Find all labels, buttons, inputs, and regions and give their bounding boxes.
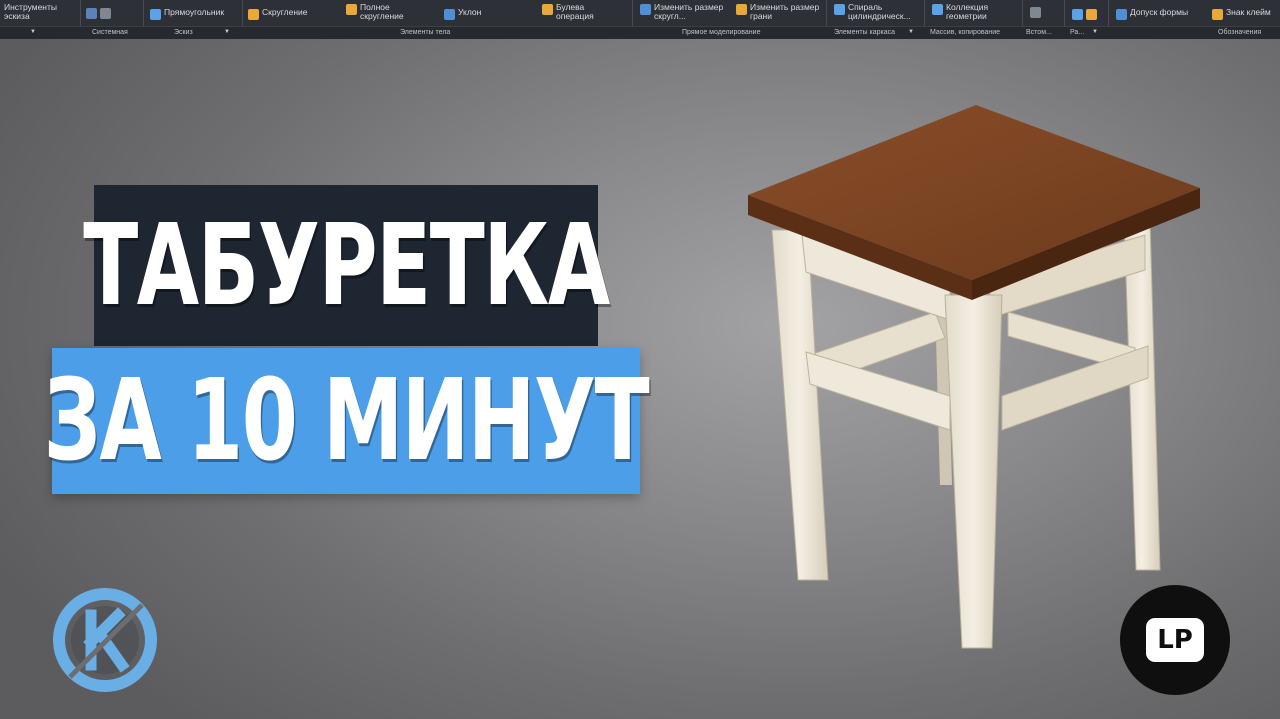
- section-label: Элементы тела: [400, 29, 451, 36]
- section-label: Ра...: [1070, 29, 1085, 36]
- ribbon-item-sketch-tools[interactable]: Инструменты эскиза: [4, 3, 76, 21]
- ribbon-insert-icons[interactable]: [1030, 6, 1041, 18]
- stool-leg-front: [944, 294, 1003, 649]
- ribbon-item-helix[interactable]: Спираль цилиндрическ...: [834, 3, 928, 21]
- ribbon-item-boolean[interactable]: Булева операция: [542, 3, 614, 21]
- ribbon-item-label: Знак клейм: [1226, 7, 1271, 17]
- ribbon-item-rectangle[interactable]: Прямоугольник: [150, 8, 224, 20]
- ribbon-item-geometry-collection[interactable]: Коллекция геометрии: [932, 3, 1006, 21]
- ribbon-toolbar: Инструменты эскиза Прямоугольник Скругле…: [0, 0, 1280, 39]
- section-label: Системная: [92, 29, 128, 36]
- ribbon-item-resize-face[interactable]: Изменить размер грани: [736, 3, 820, 21]
- fillet-icon: [248, 9, 259, 20]
- ribbon-item-label: Булева операция: [556, 2, 594, 21]
- kompas-logo-icon: [53, 588, 157, 692]
- cursor-icon[interactable]: [86, 8, 97, 19]
- ribbon-item-label: Инструменты эскиза: [4, 2, 58, 21]
- ribbon-item-label: Допуск формы: [1130, 7, 1189, 17]
- ribbon-item-label: Прямоугольник: [164, 7, 225, 17]
- ribbon-item-label: Спираль цилиндрическ...: [848, 2, 911, 21]
- ribbon-item-fillet[interactable]: Скругление: [248, 8, 308, 20]
- ribbon-tool-icons[interactable]: [86, 7, 111, 19]
- draft-icon: [444, 9, 455, 20]
- resize-fillet-icon: [640, 4, 651, 15]
- ribbon-item-label: Скругление: [262, 7, 308, 17]
- ribbon-item-full-fillet[interactable]: Полное скругление: [346, 3, 420, 21]
- title-plate-blue: ЗА 10 МИНУТ: [44, 348, 650, 494]
- brand-mark-icon: [1212, 9, 1223, 20]
- ribbon-item-label: Уклон: [458, 7, 482, 17]
- chevron-down-icon[interactable]: ▼: [908, 28, 914, 37]
- chevron-down-icon[interactable]: ▼: [30, 28, 36, 37]
- geometry-collection-icon: [932, 4, 943, 15]
- stool-rail: [805, 351, 951, 431]
- title-line-1: ТАБУРЕТКА: [83, 200, 610, 331]
- helix-icon: [834, 4, 845, 15]
- section-label: Встом...: [1026, 29, 1052, 36]
- ribbon-item-brand-mark[interactable]: Знак клейм: [1212, 8, 1271, 20]
- rectangle-icon: [150, 9, 161, 20]
- section-label: Массив, копирование: [930, 29, 1001, 36]
- chevron-down-icon[interactable]: ▼: [1092, 28, 1098, 37]
- stool-leg-front-left: [771, 229, 829, 581]
- chevron-down-icon[interactable]: ▼: [224, 28, 230, 37]
- ribbon-item-resize-fillet[interactable]: Изменить размер скругл...: [640, 3, 726, 21]
- stool-illustration: [748, 105, 1200, 649]
- full-fillet-icon: [346, 4, 357, 15]
- section-label: Эскиз: [174, 29, 193, 36]
- resize-face-icon: [736, 4, 747, 15]
- ribbon-item-draft[interactable]: Уклон: [444, 8, 481, 20]
- form-tolerance-icon: [1116, 9, 1127, 20]
- ribbon-item-label: Изменить размер грани: [750, 2, 820, 21]
- arrow-icon[interactable]: [100, 8, 111, 19]
- section-label: Прямое моделирование: [682, 29, 761, 36]
- ribbon-section-bar: ▼ Системная Эскиз ▼ Элементы тела Прямое…: [0, 26, 1280, 39]
- ribbon-item-label: Изменить размер скругл...: [654, 2, 724, 21]
- ribbon-item-label: Коллекция геометрии: [946, 2, 989, 21]
- ribbon-item-form-tolerance[interactable]: Допуск формы: [1116, 8, 1188, 20]
- title-plate-dark: ТАБУРЕТКА: [83, 185, 610, 346]
- section-label: Элементы каркаса: [834, 29, 896, 36]
- section-label: Обозначения: [1218, 29, 1262, 36]
- camera-icon[interactable]: [1072, 9, 1083, 20]
- boolean-icon: [542, 4, 553, 15]
- line-icon[interactable]: [1030, 7, 1041, 18]
- section-icon[interactable]: [1086, 9, 1097, 20]
- ribbon-item-label: Полное скругление: [360, 2, 404, 21]
- title-line-2: ЗА 10 МИНУТ: [43, 356, 650, 486]
- stool-rail: [1001, 345, 1149, 431]
- ribbon-view-icons[interactable]: [1072, 8, 1097, 20]
